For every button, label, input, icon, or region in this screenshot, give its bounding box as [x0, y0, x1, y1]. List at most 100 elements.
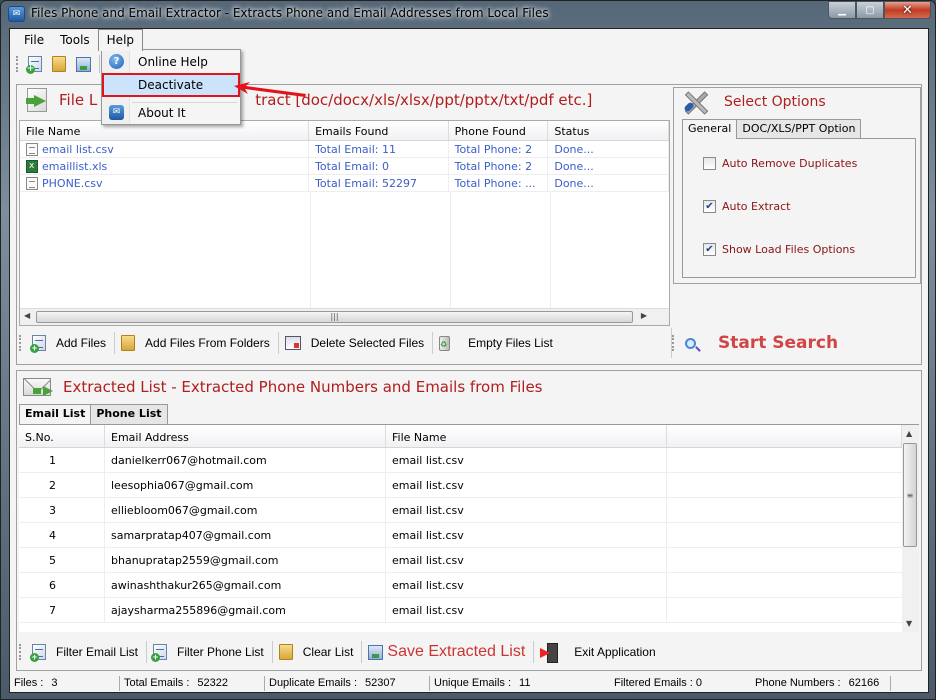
col-phone-found[interactable]: Phone Found — [449, 121, 549, 140]
quick-add-files-button[interactable] — [25, 54, 45, 74]
file-list-grid[interactable]: File Name Emails Found Phone Found Statu… — [19, 120, 670, 326]
tab-doc-xls-ppt-option[interactable]: DOC/XLS/PPT Option — [736, 119, 862, 139]
row-sno: 4 — [19, 523, 105, 547]
save-extracted-list-button[interactable]: Save Extracted List — [362, 640, 533, 664]
close-button[interactable]: ✕ — [884, 1, 931, 19]
file-name: emaillist.xls — [42, 159, 108, 173]
exit-application-button[interactable]: Exit Application — [534, 640, 663, 664]
quick-add-folder-button[interactable] — [49, 54, 69, 74]
folder-icon — [121, 335, 136, 351]
scroll-up-icon[interactable]: ▲ — [906, 429, 912, 438]
quick-save-button[interactable] — [73, 54, 93, 74]
add-files-icon — [30, 335, 46, 353]
auto-remove-duplicates-option[interactable]: Auto Remove Duplicates — [703, 157, 857, 170]
row-email: bhanupratap2559@gmail.com — [105, 548, 386, 572]
email-row[interactable]: 7 ajaysharma255896@gmail.com email list.cs… — [19, 598, 902, 623]
recycle-bin-icon — [439, 335, 451, 351]
scroll-right-icon[interactable]: ▶ — [641, 311, 647, 320]
col-file-name[interactable]: File Name — [386, 425, 667, 447]
status-filtered-emails: Filtered Emails :0 — [614, 677, 702, 689]
emails-found: Total Email: 0 — [309, 158, 449, 174]
row-filler — [667, 598, 902, 622]
row-sno: 5 — [19, 548, 105, 572]
col-sno[interactable]: S.No. — [19, 425, 105, 447]
status-duplicate-emails: Duplicate Emails :52307 — [265, 676, 430, 691]
csv-file-icon — [26, 142, 38, 156]
start-search-button[interactable]: Start Search — [679, 331, 846, 355]
scroll-down-icon[interactable]: ▼ — [906, 619, 912, 628]
file-row[interactable]: email list.csv Total Email: 11 Total Pho… — [20, 141, 669, 158]
toolbar-grip[interactable] — [16, 56, 19, 72]
scroll-left-icon[interactable]: ◀ — [24, 311, 30, 320]
annotation-arrow-icon — [234, 82, 306, 97]
clear-list-icon — [278, 644, 293, 660]
menu-help[interactable]: Help — [97, 29, 144, 51]
file-actions-bar: Add Files Add Files From Folders Delete … — [19, 328, 669, 358]
extracted-title: Extracted List - Extracted Phone Numbers… — [63, 378, 543, 396]
email-row[interactable]: 2 leesophia067@gmail.com email list.csv — [19, 473, 902, 498]
row-sno: 7 — [19, 598, 105, 622]
col-emails-found[interactable]: Emails Found — [309, 121, 449, 140]
csv-file-icon — [26, 176, 38, 190]
file-list-panel: File L tract [doc/docx/xls/xlsx/ppt/pptx… — [16, 84, 922, 365]
file-status: Done... — [548, 175, 669, 191]
email-row[interactable]: 6 awinashthakur265@gmail.com email list.cs… — [19, 573, 902, 598]
add-files-button[interactable]: Add Files — [26, 331, 114, 355]
row-file: email list.csv — [386, 498, 667, 522]
row-email: ajaysharma255896@gmail.com — [105, 598, 386, 622]
hscroll-thumb[interactable]: ||| — [36, 311, 633, 323]
add-files-from-folders-button[interactable]: Add Files From Folders — [115, 331, 278, 355]
col-filler — [667, 425, 902, 447]
app-mail-icon: ✉ — [8, 6, 25, 22]
file-row[interactable]: PHONE.csv Total Email: 52297 Total Phone… — [20, 175, 669, 192]
col-status[interactable]: Status — [548, 121, 669, 140]
filter-email-list-button[interactable]: Filter Email List — [26, 640, 146, 664]
tab-email-list[interactable]: Email List — [19, 404, 92, 424]
minimize-button[interactable]: ▁ — [828, 1, 856, 19]
maximize-button[interactable]: ▢ — [856, 1, 884, 19]
file-list-hscrollbar[interactable]: ◀ ||| ▶ — [20, 308, 669, 325]
status-files: Files :3 — [10, 676, 120, 691]
menu-file[interactable]: File — [16, 30, 52, 50]
show-load-files-option[interactable]: ✔ Show Load Files Options — [703, 243, 855, 256]
help-icon: ? — [109, 54, 124, 69]
menu-item-about-it[interactable]: ✉ About It — [104, 102, 238, 124]
file-list-title-left: File L — [59, 91, 98, 109]
auto-extract-option[interactable]: ✔ Auto Extract — [703, 200, 790, 213]
toolbar-grip — [19, 644, 22, 660]
row-file: email list.csv — [386, 598, 667, 622]
auto-remove-duplicates-checkbox[interactable] — [703, 157, 716, 170]
email-list-vscrollbar[interactable]: ▲ ≡ ▼ — [902, 425, 919, 632]
email-row[interactable]: 1 danielkerr067@hotmail.com email list.csv — [19, 448, 902, 473]
empty-files-list-button[interactable]: Empty Files List — [433, 331, 561, 355]
col-email-address[interactable]: Email Address — [105, 425, 386, 447]
email-row[interactable]: 5 bhanupratap2559@gmail.com email list.csv — [19, 548, 902, 573]
show-load-files-checkbox[interactable]: ✔ — [703, 243, 716, 256]
client-area: File Tools Help File L tract [doc/docx/x… — [9, 28, 929, 693]
menu-item-online-help[interactable]: ? Online Help — [104, 51, 238, 73]
extracted-header: Extracted List - Extracted Phone Numbers… — [17, 371, 921, 403]
delete-icon — [284, 336, 301, 350]
email-list-grid[interactable]: S.No. Email Address File Name 1 danielker… — [19, 424, 919, 632]
delete-selected-files-button[interactable]: Delete Selected Files — [279, 331, 432, 355]
mail-icon: ✉ — [109, 105, 124, 120]
row-filler — [667, 498, 902, 522]
save-icon — [368, 644, 384, 660]
select-options-panel: Select Options General DOC/XLS/PPT Optio… — [673, 87, 921, 284]
email-row[interactable]: 3 elliebloom067@gmail.com email list.csv — [19, 498, 902, 523]
vscroll-thumb[interactable]: ≡ — [903, 443, 917, 547]
auto-extract-checkbox[interactable]: ✔ — [703, 200, 716, 213]
status-total-emails: Total Emails :52322 — [120, 676, 265, 691]
filter-phone-list-button[interactable]: Filter Phone List — [147, 640, 272, 664]
clear-list-button[interactable]: Clear List — [273, 640, 362, 664]
email-row[interactable]: 4 samarpratap407@gmail.com email list.csv — [19, 523, 902, 548]
row-email: danielkerr067@hotmail.com — [105, 448, 386, 472]
file-row[interactable]: emaillist.xls Total Email: 0 Total Phone… — [20, 158, 669, 175]
menu-tools[interactable]: Tools — [52, 30, 98, 50]
phones-found: Total Phone: ... — [449, 175, 549, 191]
search-icon — [685, 337, 696, 349]
tab-phone-list[interactable]: Phone List — [90, 404, 168, 424]
file-status: Done... — [548, 158, 669, 174]
menu-item-deactivate[interactable]: Deactivate — [102, 73, 240, 97]
tab-general[interactable]: General — [682, 119, 738, 139]
